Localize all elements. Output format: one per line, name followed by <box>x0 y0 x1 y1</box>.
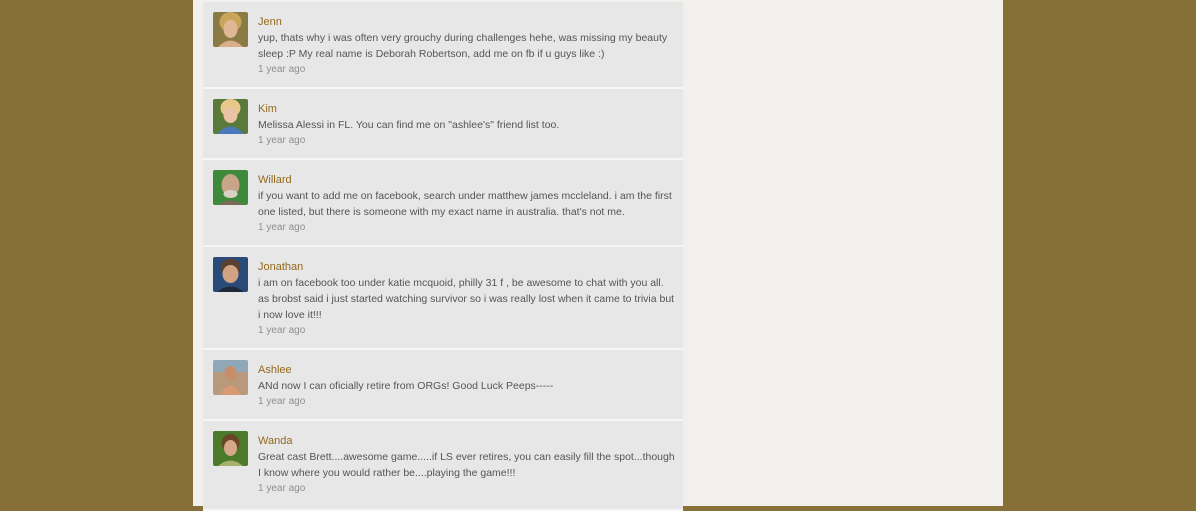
avatar[interactable] <box>213 170 248 205</box>
comment-item: Jenn yup, thats why i was often very gro… <box>203 2 683 89</box>
comment-text: i am on facebook too under katie mcquoid… <box>258 277 675 321</box>
comment-body: Ashlee ANd now I can oficially retire fr… <box>258 363 675 409</box>
comment-timestamp: 1 year ago <box>258 135 306 146</box>
comment-timestamp: 1 year ago <box>258 396 306 407</box>
avatar[interactable] <box>213 12 248 47</box>
comment-author-link[interactable]: Kim <box>258 102 675 116</box>
comment-item: Wanda Great cast Brett....awesome game..… <box>203 421 683 511</box>
wanda-avatar-photo-icon <box>213 431 248 466</box>
comment-author-link[interactable]: Willard <box>258 173 675 187</box>
page-column: Jenn yup, thats why i was often very gro… <box>193 0 1003 511</box>
comment-timestamp: 1 year ago <box>258 325 306 336</box>
comment-body: Kim Melissa Alessi in FL. You can find m… <box>258 102 675 148</box>
jonathan-avatar-photo-icon <box>213 257 248 292</box>
avatar[interactable] <box>213 360 248 395</box>
comment-author-link[interactable]: Ashlee <box>258 363 675 377</box>
comment-item: Ashlee ANd now I can oficially retire fr… <box>203 350 683 421</box>
comment-timestamp: 1 year ago <box>258 222 306 233</box>
avatar[interactable] <box>213 257 248 292</box>
comment-item: Kim Melissa Alessi in FL. You can find m… <box>203 89 683 160</box>
comment-body: Jonathan i am on facebook too under kati… <box>258 260 675 338</box>
kim-avatar-photo-icon <box>213 99 248 134</box>
avatar[interactable] <box>213 99 248 134</box>
comment-text: if you want to add me on facebook, searc… <box>258 190 672 218</box>
comment-author-link[interactable]: Wanda <box>258 434 675 448</box>
comment-body: Willard if you want to add me on faceboo… <box>258 173 675 235</box>
willard-avatar-photo-icon <box>213 170 248 205</box>
ashlee-avatar-photo-icon <box>213 360 248 395</box>
comment-timestamp: 1 year ago <box>258 64 306 75</box>
comment-list: Jenn yup, thats why i was often very gro… <box>203 2 683 511</box>
comment-text: Melissa Alessi in FL. You can find me on… <box>258 119 560 131</box>
comment-text: ANd now I can oficially retire from ORGs… <box>258 380 554 392</box>
comment-body: Wanda Great cast Brett....awesome game..… <box>258 434 675 496</box>
comment-item: Jonathan i am on facebook too under kati… <box>203 247 683 350</box>
avatar[interactable] <box>213 431 248 466</box>
comment-author-link[interactable]: Jonathan <box>258 260 675 274</box>
comment-item: Willard if you want to add me on faceboo… <box>203 160 683 247</box>
comment-body: Jenn yup, thats why i was often very gro… <box>258 15 675 77</box>
comment-text: Great cast Brett....awesome game.....if … <box>258 451 675 479</box>
jenn-avatar-photo-icon <box>213 12 248 47</box>
comment-timestamp: 1 year ago <box>258 483 306 494</box>
comment-author-link[interactable]: Jenn <box>258 15 675 29</box>
comment-text: yup, thats why i was often very grouchy … <box>258 32 668 60</box>
